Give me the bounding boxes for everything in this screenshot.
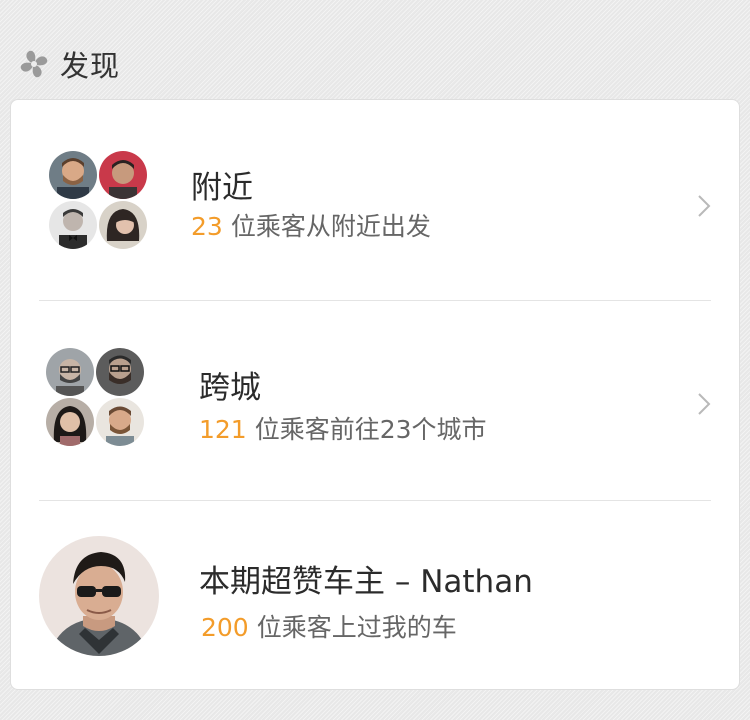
featured-driver-title: 本期超赞车主 – Nathan (199, 564, 533, 600)
intercity-count: 121 (199, 415, 247, 444)
avatar-group (46, 348, 148, 450)
discover-card: 附近 23 位乘客从附近出发 跨城 121 位乘客前往23个城市 本期超赞车主 … (10, 99, 740, 690)
avatar-nathan (39, 536, 159, 656)
nearby-count: 23 (191, 212, 223, 241)
intercity-subtitle-text: 位乘客前往23个城市 (254, 415, 487, 444)
avatar-group (49, 151, 151, 253)
avatar-man-red-bg (99, 151, 147, 199)
chevron-right-icon (697, 392, 711, 416)
chevron-right-icon (697, 194, 711, 218)
avatar-man-beard-glasses (96, 348, 144, 396)
intercity-title: 跨城 (199, 370, 261, 406)
avatar-man-glasses-grey (46, 348, 94, 396)
featured-driver-subtitle-text: 位乘客上过我的车 (256, 613, 457, 642)
section-title: 发现 (60, 49, 121, 83)
avatar-woman-dark-hair (46, 398, 94, 446)
featured-driver-count: 200 (201, 613, 249, 642)
avatar-bearded-man (49, 151, 97, 199)
list-item-nearby[interactable]: 附近 23 位乘客从附近出发 (11, 100, 739, 300)
fan-icon (18, 48, 50, 80)
featured-driver-subtitle: 200 位乘客上过我的车 (201, 608, 457, 644)
nearby-subtitle-text: 位乘客从附近出发 (230, 212, 431, 241)
nearby-subtitle: 23 位乘客从附近出发 (191, 207, 431, 243)
list-item-intercity[interactable]: 跨城 121 位乘客前往23个城市 (11, 300, 739, 500)
section-header: 发现 (18, 42, 120, 86)
nearby-title: 附近 (191, 170, 253, 206)
avatar-man-beard (96, 398, 144, 446)
intercity-subtitle: 121 位乘客前往23个城市 (199, 410, 487, 446)
avatar-woman-bangs (99, 201, 147, 249)
list-item-featured-driver[interactable]: 本期超赞车主 – Nathan 200 位乘客上过我的车 (11, 500, 739, 690)
avatar-man-bowtie (49, 201, 97, 249)
